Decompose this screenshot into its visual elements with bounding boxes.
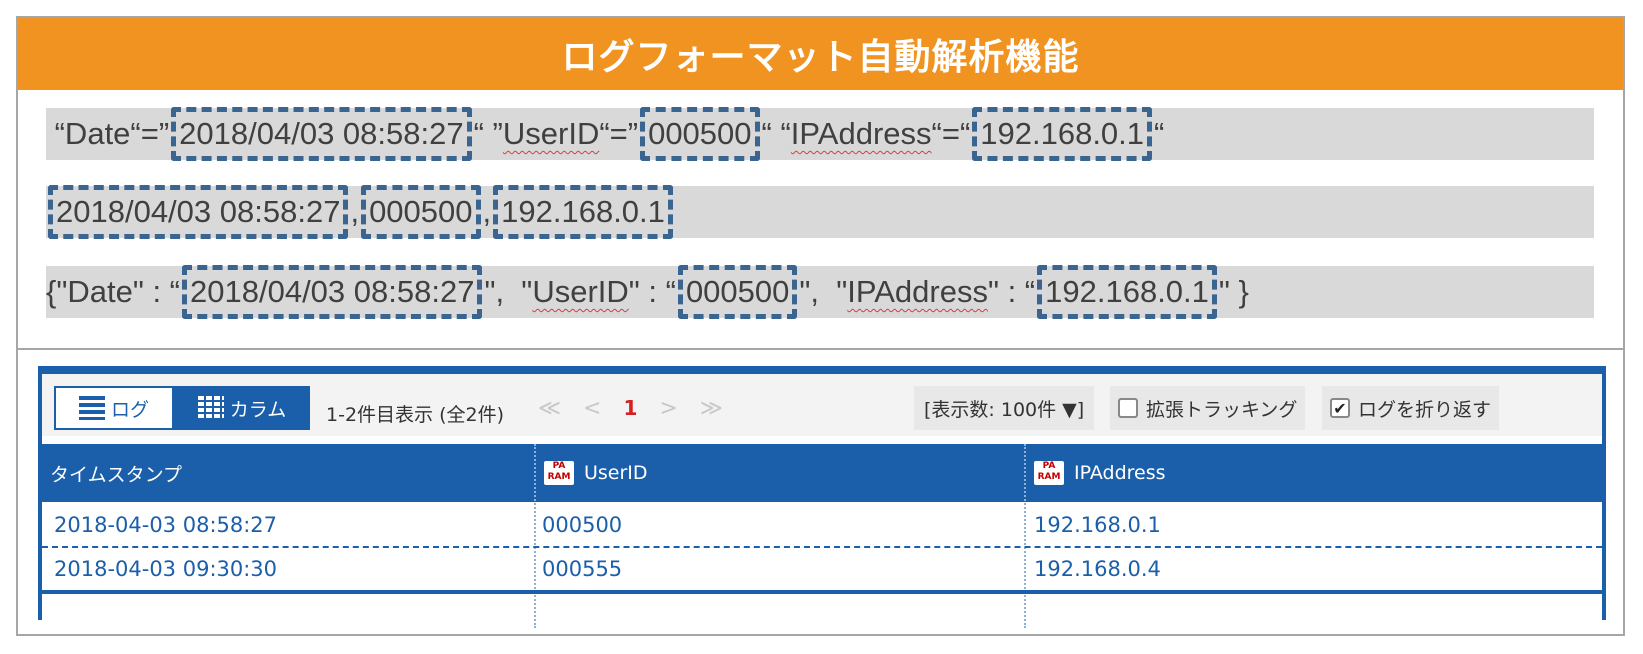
banner-title: ログフォーマット自動解析機能 (18, 18, 1623, 90)
highlight-userid: 000500 (640, 107, 760, 161)
wrap-log-checkbox[interactable]: ✔ (1330, 398, 1350, 418)
tab-log[interactable]: ログ (54, 386, 174, 430)
highlight-date: 2018/04/03 08:58:27 (48, 185, 349, 239)
viewer-toolbar: ログ カラム 1-2件目表示 (全2件) ≪ < 1 > ≫ [表示数: 100… (42, 374, 1602, 436)
tab-column-label: カラム (229, 398, 287, 421)
wrap-log-label: ログを折り返す (1358, 398, 1492, 421)
highlight-date: 2018/04/03 08:58:27 (182, 265, 483, 319)
example-csv: 2018/04/03 08:58:27 , 000500 , 192.168.0… (46, 185, 1594, 239)
highlight-date: 2018/04/03 08:58:27 (171, 107, 472, 161)
result-count: 1-2件目表示 (全2件) (326, 404, 504, 426)
next-page-button[interactable]: > (659, 396, 677, 421)
extended-tracking-checkbox[interactable] (1118, 398, 1138, 418)
key-userid: UserID (532, 274, 629, 309)
column-label: IPAddress (1074, 462, 1166, 484)
list-icon (78, 396, 105, 420)
example-json: {"Date" : “ 2018/04/03 08:58:27 ", " Use… (46, 265, 1594, 319)
column-header-ipaddress[interactable]: PA RAM IPAddress (1034, 444, 1166, 502)
display-count-select[interactable]: [表示数: 100件 ▼] (914, 386, 1095, 430)
format-examples: “Date“=” 2018/04/03 08:58:27 “ ” UserID … (18, 90, 1623, 348)
param-icon: PA RAM (1034, 461, 1064, 485)
key-ipaddress: IPAddress (790, 116, 932, 151)
text: ", " (799, 274, 848, 309)
highlight-userid: 000500 (361, 185, 481, 239)
log-viewer: ログ カラム 1-2件目表示 (全2件) ≪ < 1 > ≫ [表示数: 100… (38, 366, 1606, 628)
param-icon: PA RAM (544, 461, 574, 485)
text: “ (1154, 116, 1165, 151)
wrap-log-toggle[interactable]: ✔ ログを折り返す (1322, 386, 1500, 430)
example-key-value: “Date“=” 2018/04/03 08:58:27 “ ” UserID … (46, 107, 1594, 161)
key-userid: UserID (502, 116, 600, 151)
figure-frame: ログフォーマット自動解析機能 “Date“=” 2018/04/03 08:58… (16, 16, 1625, 636)
column-header-timestamp[interactable]: タイムスタンプ (50, 444, 182, 502)
table-header: タイムスタンプ PA RAM UserID PA RAM IPAddress (42, 444, 1602, 502)
column-header-userid[interactable]: PA RAM UserID (544, 444, 648, 502)
cell-ipaddress: 192.168.0.4 (1034, 557, 1161, 581)
text: “=” (599, 116, 639, 151)
separator: , (482, 194, 492, 229)
cell-timestamp: 2018-04-03 09:30:30 (54, 557, 278, 581)
table-row[interactable]: 2018-04-03 08:58:27 000500 192.168.0.1 (42, 504, 1602, 548)
cell-timestamp: 2018-04-03 08:58:27 (54, 513, 278, 537)
prev-page-button[interactable]: < (583, 396, 601, 421)
tab-column[interactable]: カラム (174, 386, 310, 430)
pagination: ≪ < 1 > ≫ (538, 396, 723, 421)
extended-tracking-toggle[interactable]: 拡張トラッキング (1110, 386, 1306, 430)
cell-userid: 000500 (542, 513, 623, 537)
highlight-ip: 192.168.0.1 (972, 107, 1153, 161)
highlight-ip: 192.168.0.1 (493, 185, 673, 239)
text: ", " (484, 274, 533, 309)
column-label: UserID (584, 462, 648, 484)
text: " } (1218, 274, 1249, 309)
last-page-button[interactable]: ≫ (700, 396, 723, 421)
text: “ ” (473, 116, 503, 151)
first-page-button[interactable]: ≪ (538, 396, 561, 421)
cell-userid: 000555 (542, 557, 623, 581)
highlight-userid: 000500 (677, 265, 798, 319)
grid-icon (197, 396, 224, 420)
highlight-ip: 192.168.0.1 (1037, 265, 1217, 319)
current-page[interactable]: 1 (623, 396, 637, 421)
tab-log-label: ログ (110, 398, 149, 421)
text: “Date“=” (46, 116, 170, 151)
table-row[interactable]: 2018-04-03 09:30:30 000555 192.168.0.4 (42, 548, 1602, 594)
extended-tracking-label: 拡張トラッキング (1146, 398, 1298, 421)
column-label: タイムスタンプ (50, 463, 183, 486)
key-ipaddress: IPAddress (847, 274, 988, 309)
text: “ “ (761, 116, 791, 151)
text: {"Date" : “ (46, 274, 181, 309)
separator: , (350, 194, 360, 229)
text: “=“ (931, 116, 971, 151)
text: " : “ (628, 274, 676, 309)
section-divider (18, 348, 1623, 350)
cell-ipaddress: 192.168.0.1 (1034, 513, 1161, 537)
text: " : “ (987, 274, 1036, 309)
